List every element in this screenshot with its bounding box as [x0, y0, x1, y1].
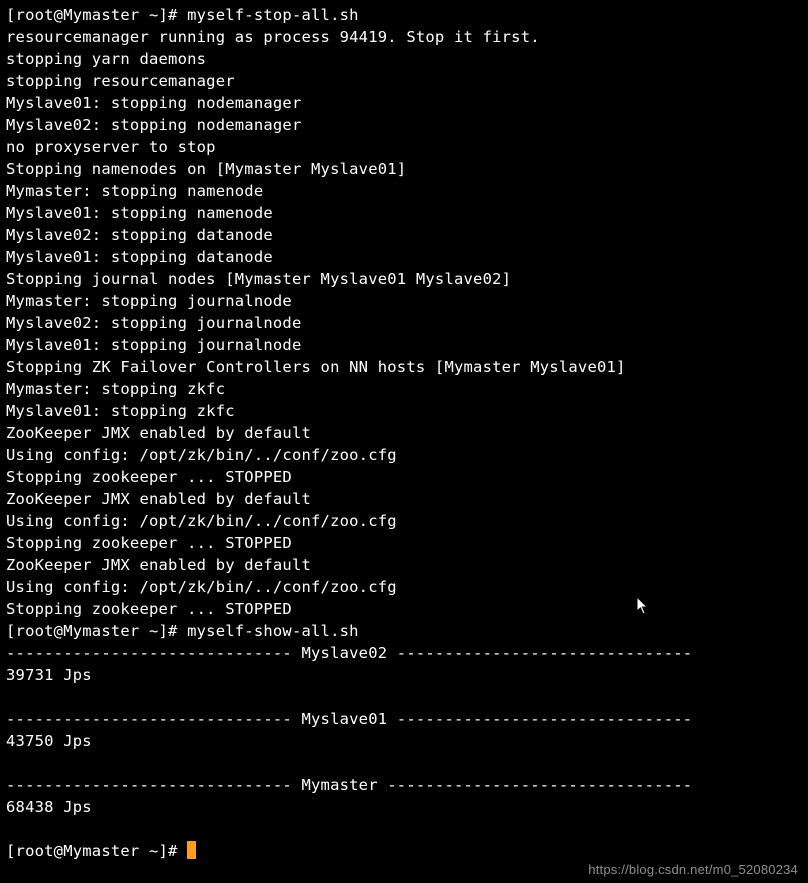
output-line: Stopping zookeeper ... STOPPED: [6, 468, 292, 486]
output-line: stopping yarn daemons: [6, 50, 206, 68]
prompt-active[interactable]: [root@Mymaster ~]#: [6, 842, 196, 860]
output-line: Mymaster: stopping zkfc: [6, 380, 225, 398]
output-line: Using config: /opt/zk/bin/../conf/zoo.cf…: [6, 446, 397, 464]
section-separator: ------------------------------ Myslave02…: [6, 644, 692, 662]
output-line: resourcemanager running as process 94419…: [6, 28, 540, 46]
output-line: Using config: /opt/zk/bin/../conf/zoo.cf…: [6, 512, 397, 530]
output-line: Myslave02: stopping journalnode: [6, 314, 302, 332]
output-line: ZooKeeper JMX enabled by default: [6, 556, 311, 574]
output-line: Stopping journal nodes [Mymaster Myslave…: [6, 270, 511, 288]
section-separator: ------------------------------ Myslave01…: [6, 710, 692, 728]
section-separator: ------------------------------ Mymaster …: [6, 776, 692, 794]
output-line: Myslave01: stopping nodemanager: [6, 94, 302, 112]
output-line: Mymaster: stopping namenode: [6, 182, 263, 200]
prompt: [root@Mymaster ~]# myself-stop-all.sh: [6, 6, 359, 24]
output-line: ZooKeeper JMX enabled by default: [6, 424, 311, 442]
output-line: Stopping zookeeper ... STOPPED: [6, 534, 292, 552]
jps-output: 39731 Jps: [6, 666, 92, 684]
output-line: Mymaster: stopping journalnode: [6, 292, 292, 310]
output-line: Myslave01: stopping namenode: [6, 204, 273, 222]
terminal-output[interactable]: [root@Mymaster ~]# myself-stop-all.sh re…: [0, 0, 808, 862]
output-line: Myslave01: stopping zkfc: [6, 402, 235, 420]
output-line: Myslave02: stopping datanode: [6, 226, 273, 244]
output-line: ZooKeeper JMX enabled by default: [6, 490, 311, 508]
cursor-icon: [187, 841, 196, 859]
output-line: Myslave01: stopping datanode: [6, 248, 273, 266]
watermark-text: https://blog.csdn.net/m0_52080234: [588, 862, 798, 877]
output-line: Stopping namenodes on [Mymaster Myslave0…: [6, 160, 406, 178]
output-line: Using config: /opt/zk/bin/../conf/zoo.cf…: [6, 578, 397, 596]
output-line: Myslave02: stopping nodemanager: [6, 116, 302, 134]
output-line: Stopping ZK Failover Controllers on NN h…: [6, 358, 626, 376]
prompt: [root@Mymaster ~]# myself-show-all.sh: [6, 622, 359, 640]
output-line: no proxyserver to stop: [6, 138, 216, 156]
output-line: stopping resourcemanager: [6, 72, 235, 90]
jps-output: 43750 Jps: [6, 732, 92, 750]
output-line: Stopping zookeeper ... STOPPED: [6, 600, 292, 618]
output-line: Myslave01: stopping journalnode: [6, 336, 302, 354]
jps-output: 68438 Jps: [6, 798, 92, 816]
